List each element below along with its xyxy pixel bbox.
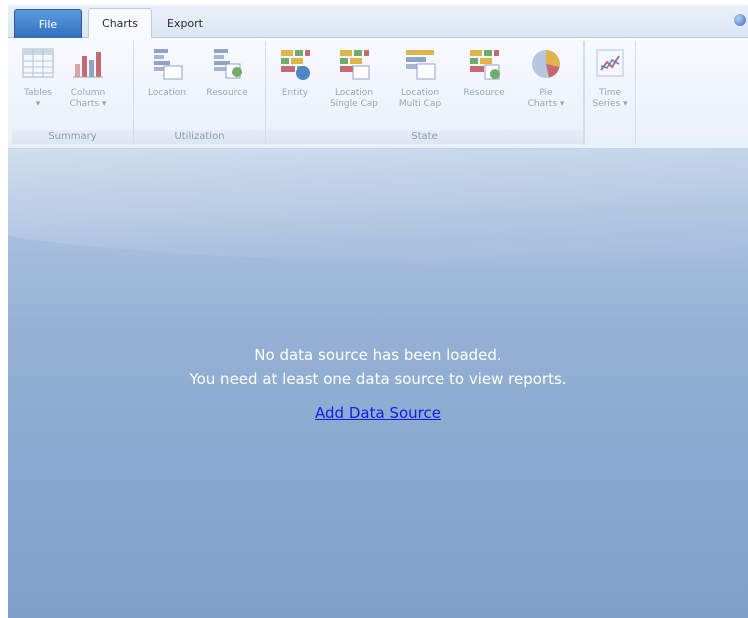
ribbon: Tables ▾ Column Charts ▾ Summary Locatio… bbox=[8, 38, 748, 149]
location-single-cap-label: Location Single Cap bbox=[329, 88, 379, 109]
entity-state-icon bbox=[281, 50, 310, 80]
resource-utilization-button[interactable]: Resource bbox=[198, 43, 256, 128]
ribbon-group-summary: Tables ▾ Column Charts ▾ Summary bbox=[12, 41, 134, 145]
column-charts-button[interactable]: Column Charts ▾ bbox=[64, 43, 112, 128]
location-multi-cap-label: Location Multi Cap bbox=[398, 88, 442, 109]
resource-utilization-label: Resource bbox=[206, 88, 248, 98]
column-chart-icon bbox=[73, 52, 103, 78]
group-label-state: State bbox=[266, 130, 583, 144]
location-icon bbox=[154, 49, 183, 80]
ribbon-tab-strip: File Charts Export bbox=[8, 5, 748, 39]
add-data-source-container: Add Data Source bbox=[8, 403, 748, 422]
pie-charts-label: Pie Charts ▾ bbox=[527, 88, 565, 109]
tab-export[interactable]: Export bbox=[158, 8, 212, 38]
resource-state-label: Resource bbox=[463, 88, 505, 98]
background-gloss bbox=[8, 149, 748, 269]
ribbon-group-state: Entity Location Single Cap Location Mult… bbox=[266, 41, 584, 145]
ribbon-group-time-series: Time Series ▾ bbox=[584, 41, 636, 145]
tab-file[interactable]: File bbox=[14, 9, 82, 38]
location-single-cap-button[interactable]: Location Single Cap bbox=[322, 43, 386, 128]
entity-button[interactable]: Entity bbox=[270, 43, 320, 128]
report-area: No data source has been loaded. You need… bbox=[8, 149, 748, 618]
table-icon bbox=[22, 48, 54, 78]
empty-state-line-2: You need at least one data source to vie… bbox=[189, 370, 567, 388]
location-single-cap-icon bbox=[340, 50, 370, 80]
line-chart-icon bbox=[596, 49, 624, 77]
resource-icon bbox=[214, 49, 242, 79]
ribbon-group-utilization: Location Resource Utilization bbox=[134, 41, 266, 145]
column-charts-label: Column Charts ▾ bbox=[69, 88, 107, 109]
location-multi-cap-button[interactable]: Location Multi Cap bbox=[390, 43, 450, 128]
location-utilization-button[interactable]: Location bbox=[138, 43, 196, 128]
empty-state-message: No data source has been loaded. You need… bbox=[8, 343, 748, 391]
group-label-summary: Summary bbox=[12, 130, 133, 144]
pie-chart-icon bbox=[532, 50, 560, 78]
pie-charts-button[interactable]: Pie Charts ▾ bbox=[518, 43, 574, 128]
add-data-source-link[interactable]: Add Data Source bbox=[315, 404, 441, 422]
resource-state-icon bbox=[470, 50, 500, 80]
location-utilization-label: Location bbox=[147, 88, 187, 98]
time-series-button[interactable]: Time Series ▾ bbox=[587, 43, 633, 128]
tables-button[interactable]: Tables ▾ bbox=[18, 43, 58, 128]
group-label-utilization: Utilization bbox=[134, 130, 265, 144]
app-window: File Charts Export Tables ▾ Column Chart… bbox=[8, 5, 748, 618]
entity-label: Entity bbox=[281, 88, 309, 98]
tab-charts[interactable]: Charts bbox=[88, 8, 152, 39]
resource-state-button[interactable]: Resource bbox=[454, 43, 514, 128]
empty-state-line-1: No data source has been loaded. bbox=[254, 346, 502, 364]
tables-label: Tables ▾ bbox=[24, 88, 52, 109]
time-series-label: Time Series ▾ bbox=[592, 88, 628, 109]
location-multi-cap-icon bbox=[406, 50, 436, 80]
help-icon[interactable] bbox=[734, 14, 746, 26]
